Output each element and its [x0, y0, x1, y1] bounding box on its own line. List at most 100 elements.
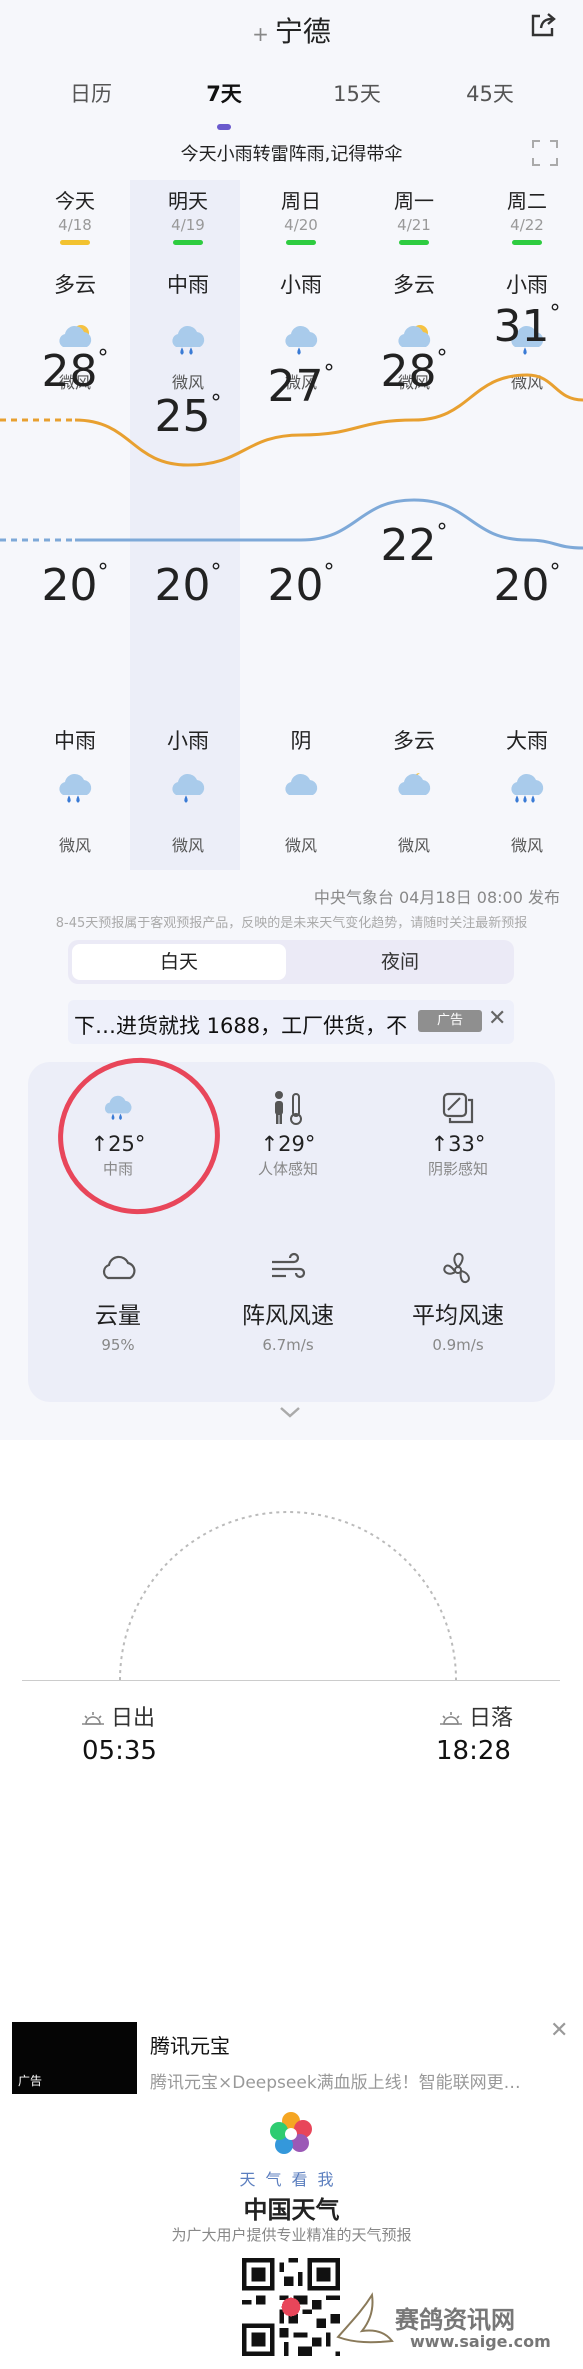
high-temp: 31° [493, 301, 561, 352]
low-temp-line [75, 498, 583, 550]
tab-45-day[interactable]: 45天 [435, 78, 545, 108]
air-quality-bar [286, 240, 316, 245]
watermark-name: 赛鸽资讯网 [395, 2306, 515, 2334]
air-quality-bar [60, 240, 90, 245]
detail-item: 平均风速 0.9m/s [378, 1248, 538, 1354]
toggle-day[interactable]: 白天 [72, 944, 286, 980]
sunset-label: 日落 [440, 1700, 513, 1732]
detail-value: ↑33° [430, 1132, 486, 1156]
forecast-disclaimer: 8-45天预报属于客观预报产品，反映的是未来天气变化趋势，请随时关注最新预报 [55, 916, 528, 931]
watermark-bird-icon [336, 2292, 394, 2344]
gust-wind-icon [268, 1248, 308, 1288]
sunset-icon [440, 1712, 462, 1725]
forecast-source: 中央气象台 04月18日 08:00 发布 [313, 888, 560, 907]
day-label: 明天 [168, 189, 208, 213]
ad-badge: 广告 [418, 1010, 482, 1032]
detail-item: ↑29° 人体感知 [208, 1088, 368, 1179]
high-temp: 28° [380, 346, 448, 397]
ad-description[interactable]: 腾讯元宝×Deepseek满血版上线！智能联网更… [150, 2068, 540, 2093]
cloudy-night-icon [359, 765, 469, 805]
night-wind: 微风 [171, 836, 204, 855]
night-condition: 阴 [290, 729, 312, 753]
date-label: 4/18 [58, 216, 92, 234]
detail-value: ↑29° [260, 1132, 316, 1156]
city-selector[interactable]: + 宁德 [0, 10, 583, 50]
footer-tagline: 为广大用户提供专业精准的天气预报 [171, 2226, 412, 2244]
sunrise-label: 日出 [82, 1700, 155, 1732]
light-rain-icon [133, 765, 243, 805]
sunset-time: 18:28 [436, 1736, 511, 1766]
night-wind: 微风 [510, 836, 543, 855]
high-temp: 28° [41, 346, 109, 397]
high-temp: 27° [267, 361, 335, 412]
city-name: 宁德 [274, 15, 331, 48]
blank-area [0, 1770, 583, 2000]
night-wind: 微风 [397, 836, 430, 855]
horizon-line [22, 1680, 560, 1681]
date-label: 4/20 [284, 216, 318, 234]
add-city-icon[interactable]: + [252, 22, 269, 46]
detail-label: 人体感知 [257, 1160, 318, 1178]
detail-item: ↑33° 阴影感知 [378, 1088, 538, 1179]
air-quality-bar [399, 240, 429, 245]
fullscreen-icon[interactable] [530, 138, 560, 168]
ad-badge: 广告 [18, 2074, 43, 2088]
detail-label: 阴影感知 [427, 1160, 488, 1178]
moderate-rain-icon [20, 765, 130, 805]
watermark-url: www.saige.com [410, 2332, 551, 2351]
low-temp: 20° [154, 560, 222, 611]
date-label: 4/21 [397, 216, 431, 234]
detail-value: 阵风风速 [242, 1303, 334, 1329]
detail-value: 云量 [95, 1303, 141, 1329]
footer-slogan: 天气看我 [239, 2170, 344, 2189]
tab-7-day[interactable]: 7天 [169, 78, 279, 108]
date-label: 4/22 [510, 216, 544, 234]
detail-item: 阵风风速 6.7m/s [208, 1248, 368, 1354]
footer-brand: 中国天气 [243, 2196, 340, 2224]
night-condition: 小雨 [167, 729, 209, 753]
sun-arc [119, 1511, 457, 1681]
day-label: 周日 [281, 189, 321, 213]
fan-icon [438, 1248, 478, 1288]
day-condition: 多云 [393, 273, 435, 297]
tab-calendar[interactable]: 日历 [36, 78, 146, 108]
detail-item: 云量 95% [38, 1248, 198, 1354]
detail-value: 平均风速 [412, 1303, 504, 1329]
day-condition: 中雨 [167, 273, 209, 297]
high-temp: 25° [154, 391, 222, 442]
day-label: 周一 [394, 189, 434, 213]
close-icon[interactable]: ✕ [550, 2018, 568, 2043]
night-wind: 微风 [58, 836, 91, 855]
air-quality-bar [173, 240, 203, 245]
toggle-night[interactable]: 夜间 [290, 944, 510, 980]
sunrise-time: 05:35 [82, 1736, 157, 1766]
date-label: 4/19 [171, 216, 205, 234]
china-weather-logo-icon [270, 2112, 312, 2154]
detail-label: 6.7m/s [262, 1336, 314, 1354]
detail-label: 0.9m/s [432, 1336, 484, 1354]
marquee-ad-text: 下…进货就找 1688，工厂供货，不 [74, 1014, 408, 1038]
night-wind: 微风 [284, 836, 317, 855]
chevron-down-icon[interactable] [275, 1402, 305, 1422]
sunrise-icon [82, 1712, 104, 1725]
low-temp: 20° [267, 560, 335, 611]
close-icon[interactable]: ✕ [488, 1006, 506, 1031]
night-condition: 多云 [393, 729, 435, 753]
night-condition: 大雨 [506, 729, 548, 753]
tab-15-day[interactable]: 15天 [302, 78, 412, 108]
share-icon[interactable] [528, 10, 558, 40]
ad-title[interactable]: 腾讯元宝 [150, 2030, 230, 2059]
thermometer-person-icon [268, 1088, 308, 1128]
weather-alert: 今天小雨转雷阵雨,记得带伞 [180, 144, 403, 165]
active-tab-indicator [217, 124, 231, 130]
cloud-outline-icon [98, 1248, 138, 1288]
heavy-rain-icon [472, 765, 582, 805]
low-temp: 22° [380, 520, 448, 571]
low-temp: 20° [493, 560, 561, 611]
qr-code-icon [242, 2258, 340, 2356]
detail-label: 95% [101, 1336, 135, 1354]
low-temp: 20° [41, 560, 109, 611]
air-quality-bar [512, 240, 542, 245]
day-label: 今天 [55, 189, 95, 213]
shade-icon [438, 1088, 478, 1128]
